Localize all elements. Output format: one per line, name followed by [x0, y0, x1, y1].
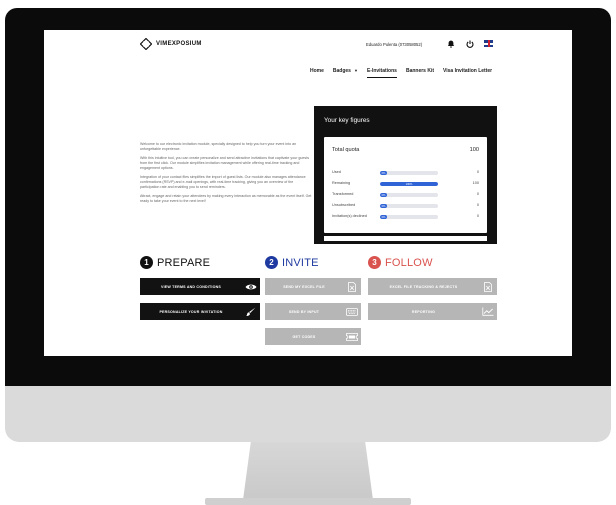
- key-figure-row: Transformed 0% 0: [332, 192, 479, 198]
- nav-e-invitations[interactable]: E-Invitations: [366, 68, 397, 78]
- step-number: 3: [368, 256, 381, 269]
- main-nav: Home Badges ▼ E-Invitations Banners Kit V…: [310, 68, 492, 78]
- nav-badges[interactable]: Badges ▼: [333, 68, 358, 74]
- send-excel-file-button[interactable]: SEND MY EXCEL FILE: [265, 278, 361, 295]
- uk-flag-icon[interactable]: [484, 40, 493, 47]
- key-figure-row: Remaining 100% 100: [332, 181, 479, 187]
- key-figure-value: 100: [472, 181, 479, 185]
- get-codes-label: GET CODES: [292, 334, 316, 339]
- nav-badges-label: Badges: [332, 68, 351, 74]
- get-codes-button[interactable]: GET CODES: [265, 328, 361, 345]
- send-input-label: SEND BY INPUT: [288, 309, 320, 314]
- key-figures-card: Total quota 100 Used 0% 0 Remaining 100%…: [324, 137, 487, 233]
- key-figure-progress: 0%: [380, 193, 438, 197]
- send-by-input-button[interactable]: SEND BY INPUT: [265, 303, 361, 320]
- key-figure-value: 0: [476, 203, 479, 207]
- total-quota-value: 100: [469, 147, 479, 153]
- monitor-stand: [243, 442, 373, 500]
- header-bar: VIMEXPOSIUM Eduardo Pulenta (073058052): [44, 30, 572, 60]
- step-title: FOLLOW: [385, 256, 433, 269]
- key-figure-progress: 100%: [380, 182, 438, 186]
- step-invite: 2 INVITE: [265, 256, 319, 269]
- excel-file-icon: [343, 281, 361, 292]
- step-follow: 3 FOLLOW: [368, 256, 433, 269]
- key-figure-row: Invitation(s) declined 0% 0: [332, 214, 479, 220]
- key-figure-value: 0: [476, 214, 479, 218]
- power-icon[interactable]: [465, 39, 474, 48]
- chevron-down-icon: ▼: [353, 68, 358, 73]
- user-name[interactable]: Eduardo Pulenta (073058052): [366, 42, 422, 47]
- monitor-mockup: VIMEXPOSIUM Eduardo Pulenta (073058052) …: [0, 0, 616, 505]
- view-terms-button[interactable]: VIEW TERMS AND CONDITIONS: [140, 278, 260, 295]
- logo-text: VIMEXPOSIUM: [156, 41, 202, 47]
- reporting-button[interactable]: REPORTING: [368, 303, 497, 320]
- key-figure-label: Remaining: [332, 181, 351, 185]
- key-figure-progress: 0%: [380, 204, 438, 208]
- key-figure-label: Used: [332, 170, 341, 174]
- excel-file-icon: [479, 281, 497, 292]
- personalize-invitation-button[interactable]: PERSONALIZE YOUR INVITATION: [140, 303, 260, 320]
- key-figure-value: 0: [476, 192, 479, 196]
- monitor-chin: [5, 386, 611, 442]
- key-figure-progress-fill: 0%: [380, 215, 387, 219]
- step-prepare: 1 PREPARE: [140, 256, 210, 269]
- key-figure-label: Unsubscribed: [332, 203, 356, 207]
- key-figure-value: 0: [476, 170, 479, 174]
- intro-paragraph: Welcome to our electronic invitation mod…: [140, 142, 297, 151]
- step-number: 1: [140, 256, 153, 269]
- nav-visa-letter[interactable]: Visa Invitation Letter: [443, 68, 492, 74]
- brush-icon: [242, 307, 260, 317]
- excel-tracking-label: EXCEL FILE TRACKING & REJECTS: [389, 284, 458, 289]
- keyboard-icon: [343, 307, 361, 316]
- key-figure-progress-fill: 100%: [380, 182, 438, 186]
- key-figure-row: Unsubscribed 0% 0: [332, 203, 479, 209]
- intro-paragraph: Attract, engage and retain your attendee…: [140, 194, 312, 203]
- vimexposium-logo-icon: [140, 38, 152, 50]
- nav-home[interactable]: Home: [310, 68, 324, 74]
- nav-banners-kit[interactable]: Banners Kit: [406, 68, 434, 74]
- key-figure-label: Transformed: [332, 192, 354, 196]
- key-figure-progress-fill: 0%: [380, 204, 387, 208]
- screen: VIMEXPOSIUM Eduardo Pulenta (073058052) …: [44, 30, 572, 356]
- eye-icon: [242, 283, 260, 291]
- logo[interactable]: VIMEXPOSIUM: [140, 38, 202, 50]
- chart-icon: [479, 307, 497, 316]
- reporting-label: REPORTING: [411, 309, 436, 314]
- ticket-icon: [343, 332, 361, 341]
- total-quota-row: Total quota 100: [332, 147, 479, 153]
- key-figure-progress-fill: 0%: [380, 171, 387, 175]
- step-number: 2: [265, 256, 278, 269]
- key-figure-label: Invitation(s) declined: [332, 214, 367, 218]
- excel-tracking-rejects-button[interactable]: EXCEL FILE TRACKING & REJECTS: [368, 278, 497, 295]
- key-figure-progress: 0%: [380, 215, 438, 219]
- intro-paragraph: With this intuitive tool, you can create…: [140, 156, 309, 170]
- bell-icon[interactable]: [446, 39, 455, 48]
- key-figure-row: Used 0% 0: [332, 170, 479, 176]
- step-title: PREPARE: [157, 256, 211, 269]
- key-figure-progress: 0%: [380, 171, 438, 175]
- personalize-label: PERSONALIZE YOUR INVITATION: [159, 309, 223, 314]
- intro-paragraph: Integration of your contact files simpli…: [140, 175, 306, 189]
- total-quota-label: Total quota: [332, 147, 360, 153]
- key-figures-scrollbar[interactable]: [324, 236, 487, 241]
- view-terms-label: VIEW TERMS AND CONDITIONS: [161, 284, 221, 289]
- intro-text: Welcome to our electronic invitation mod…: [140, 142, 312, 208]
- key-figures-panel: Your key figures Total quota 100 Used 0%…: [314, 106, 497, 244]
- send-excel-label: SEND MY EXCEL FILE: [283, 284, 325, 289]
- key-figures-title: Your key figures: [324, 117, 370, 124]
- step-title: INVITE: [282, 256, 319, 269]
- monitor-base: [205, 498, 411, 505]
- key-figure-progress-fill: 0%: [380, 193, 387, 197]
